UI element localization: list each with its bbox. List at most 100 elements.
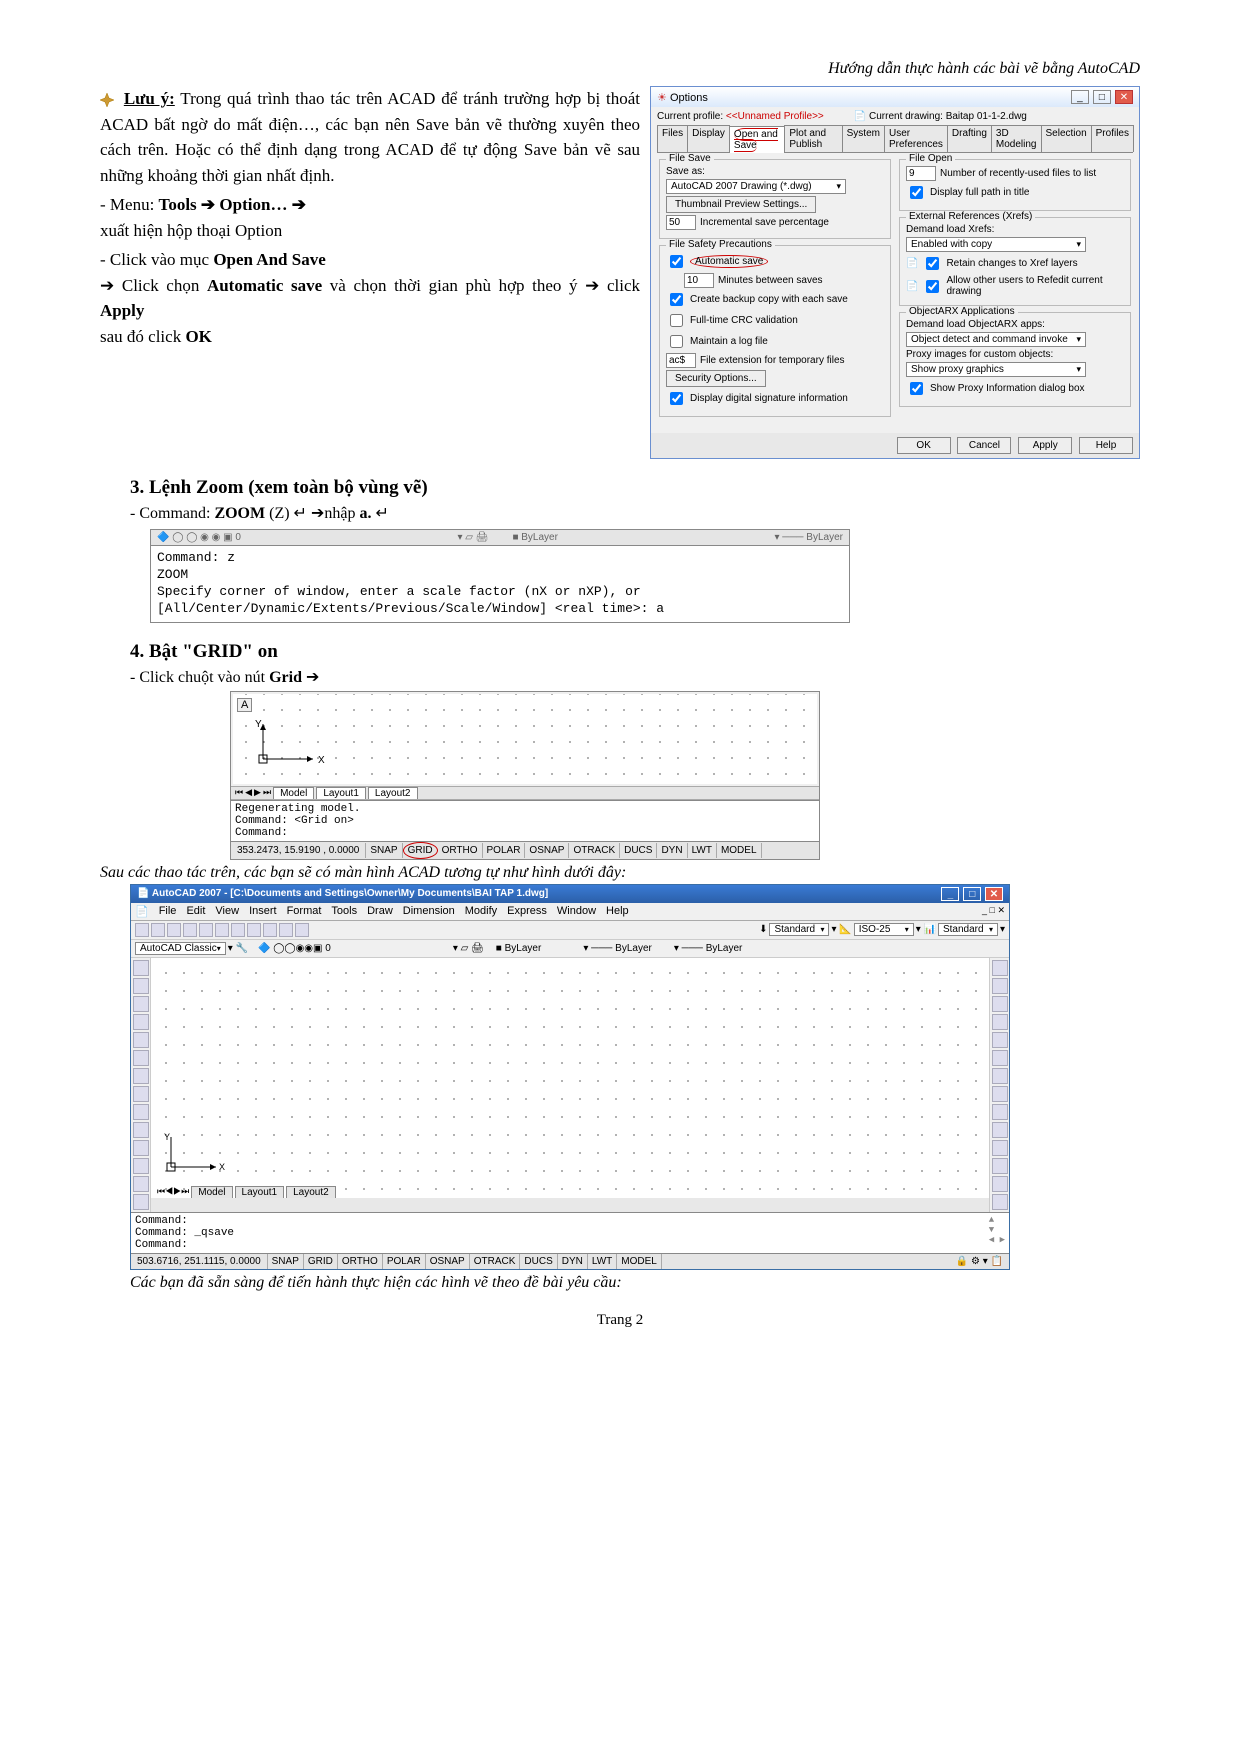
tab-layout2[interactable]: Layout2 — [368, 787, 418, 799]
stretch-icon[interactable] — [992, 1104, 1008, 1120]
tab-profiles[interactable]: Profiles — [1091, 125, 1134, 152]
extend-icon[interactable] — [992, 1140, 1008, 1156]
mins-input[interactable] — [684, 273, 714, 288]
ok-button[interactable]: OK — [897, 437, 951, 454]
trim-icon[interactable] — [992, 1122, 1008, 1138]
backup-check[interactable] — [670, 293, 683, 306]
allow-check[interactable] — [926, 280, 939, 293]
open-icon[interactable] — [151, 923, 165, 937]
rect-icon[interactable] — [133, 1032, 149, 1048]
acad-drawing-area[interactable]: X Y ⏮◀▶⏭ Model Layout1 Layout2 — [151, 958, 989, 1198]
sb-osnap[interactable]: OSNAP — [525, 843, 569, 858]
help-button[interactable]: Help — [1079, 437, 1133, 454]
spline-icon[interactable] — [133, 1086, 149, 1102]
line-icon[interactable] — [133, 960, 149, 976]
sb-ortho[interactable]: ORTHO — [438, 843, 483, 858]
cancel-button[interactable]: Cancel — [957, 437, 1011, 454]
sb-otrack[interactable]: OTRACK — [569, 843, 620, 858]
sb-polar[interactable]: POLAR — [483, 843, 526, 858]
chamfer-icon[interactable] — [992, 1176, 1008, 1192]
polyline-icon[interactable] — [133, 996, 149, 1012]
thumbnail-button[interactable]: Thumbnail Preview Settings... — [666, 196, 816, 213]
menu-insert[interactable]: Insert — [249, 905, 277, 918]
showproxy-check[interactable] — [910, 382, 923, 395]
sb-snap[interactable]: SNAP — [268, 1254, 304, 1269]
rotate-icon[interactable] — [992, 1068, 1008, 1084]
apply-button[interactable]: Apply — [1018, 437, 1072, 454]
retain-check[interactable] — [926, 257, 939, 270]
tab-selection[interactable]: Selection — [1041, 125, 1092, 152]
scroll-icons[interactable]: ▲▼◀ ▶ — [989, 1215, 1005, 1251]
tab-system[interactable]: System — [842, 125, 885, 152]
nav-prev-icon[interactable]: ◀ — [245, 787, 252, 798]
menu-draw[interactable]: Draw — [367, 905, 393, 918]
tab-display[interactable]: Display — [687, 125, 730, 152]
erase-icon[interactable] — [992, 960, 1008, 976]
array-icon[interactable] — [992, 1032, 1008, 1048]
arc-icon[interactable] — [133, 1050, 149, 1066]
menu-file[interactable]: File — [159, 905, 177, 918]
new-icon[interactable] — [135, 923, 149, 937]
sb-snap[interactable]: SNAP — [366, 843, 402, 858]
tray-icons[interactable]: 🔒 ⚙ ▾ 📋 — [950, 1254, 1009, 1269]
nav-last-icon[interactable]: ⏭ — [263, 787, 271, 798]
minimize-icon[interactable]: _ — [1071, 90, 1089, 104]
tab-layout1[interactable]: Layout1 — [235, 1186, 285, 1198]
options-tabs[interactable]: Files Display Open and Save Plot and Pub… — [657, 125, 1133, 153]
text-icon[interactable] — [133, 1176, 149, 1192]
save-format-select[interactable]: AutoCAD 2007 Drawing (*.dwg) — [666, 179, 846, 194]
menu-express[interactable]: Express — [507, 905, 547, 918]
tab-files[interactable]: Files — [657, 125, 688, 152]
sb-polar[interactable]: POLAR — [383, 1254, 426, 1269]
table-select[interactable]: Standard — [938, 923, 998, 936]
menu-edit[interactable]: Edit — [186, 905, 205, 918]
redo-icon[interactable] — [263, 923, 277, 937]
offset-icon[interactable] — [992, 1014, 1008, 1030]
proxy-select[interactable]: Show proxy graphics — [906, 362, 1086, 377]
menu-help[interactable]: Help — [606, 905, 629, 918]
tab-drafting[interactable]: Drafting — [947, 125, 992, 152]
tab-plot[interactable]: Plot and Publish — [784, 125, 842, 152]
sb-lwt[interactable]: LWT — [688, 843, 717, 858]
sb-osnap[interactable]: OSNAP — [426, 1254, 470, 1269]
copy-icon[interactable] — [215, 923, 229, 937]
sb-otrack[interactable]: OTRACK — [470, 1254, 521, 1269]
recent-input[interactable] — [906, 166, 936, 181]
maximize-icon[interactable]: □ — [1093, 90, 1111, 104]
log-check[interactable] — [670, 335, 683, 348]
cut-icon[interactable] — [199, 923, 213, 937]
tab-userpref[interactable]: User Preferences — [884, 125, 948, 152]
sb-ducs[interactable]: DUCS — [620, 843, 657, 858]
auto-save-check[interactable] — [670, 255, 683, 268]
ellipse-icon[interactable] — [133, 1068, 149, 1084]
win-min-icon[interactable]: _ — [941, 887, 959, 901]
paste-icon[interactable] — [231, 923, 245, 937]
security-button[interactable]: Security Options... — [666, 370, 766, 387]
crc-check[interactable] — [670, 314, 683, 327]
move-icon[interactable] — [992, 1050, 1008, 1066]
print-icon[interactable] — [183, 923, 197, 937]
save-icon[interactable] — [167, 923, 181, 937]
workspace-select[interactable]: AutoCAD Classic — [135, 942, 226, 955]
tab-3d[interactable]: 3D Modeling — [991, 125, 1042, 152]
ray-icon[interactable] — [133, 978, 149, 994]
menu-window[interactable]: Window — [557, 905, 596, 918]
sig-check[interactable] — [670, 392, 683, 405]
drawing-area[interactable]: A X Y — [233, 694, 817, 784]
dim-select[interactable]: ISO-25 — [854, 923, 914, 936]
tab-model[interactable]: Model — [191, 1186, 232, 1198]
tab-layout1[interactable]: Layout1 — [316, 787, 366, 799]
table-icon[interactable] — [133, 1158, 149, 1174]
fullpath-check[interactable] — [910, 186, 923, 199]
tab-layout2[interactable]: Layout2 — [286, 1186, 336, 1198]
sb-dyn[interactable]: DYN — [657, 843, 687, 858]
demand-select[interactable]: Enabled with copy — [906, 237, 1086, 252]
sb-dyn[interactable]: DYN — [558, 1254, 588, 1269]
tab-open-save[interactable]: Open and Save — [729, 126, 785, 153]
arx-select[interactable]: Object detect and command invoke — [906, 332, 1086, 347]
sb-model[interactable]: MODEL — [717, 843, 762, 858]
tab-model[interactable]: Model — [273, 787, 314, 799]
circle-icon[interactable] — [133, 1014, 149, 1030]
style-select[interactable]: Standard — [769, 923, 829, 936]
isp-input[interactable] — [666, 215, 696, 230]
